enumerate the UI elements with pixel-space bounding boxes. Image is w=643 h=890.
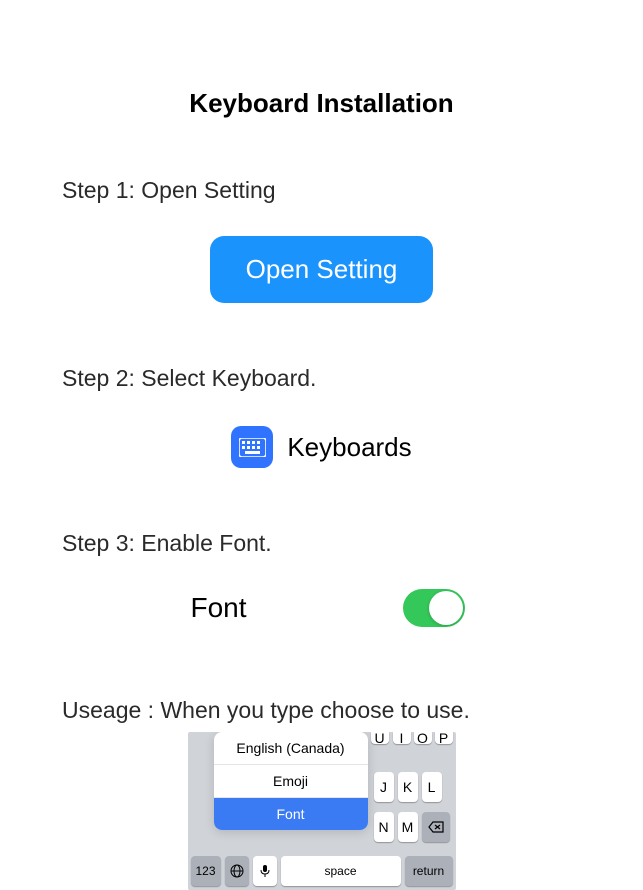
backspace-icon xyxy=(428,821,444,833)
keyboards-text: Keyboards xyxy=(287,432,411,463)
key-m[interactable]: M xyxy=(398,812,418,842)
key-backspace[interactable] xyxy=(422,812,450,842)
font-toggle-label: Font xyxy=(191,592,247,624)
step2-label: Step 2: Select Keyboard. xyxy=(62,365,643,392)
keyboard-language-menu: English (Canada) Emoji Font xyxy=(214,732,368,830)
keyboard-menu-item[interactable]: English (Canada) xyxy=(214,732,368,765)
globe-icon xyxy=(230,864,244,878)
key-123[interactable]: 123 xyxy=(191,856,221,886)
key-u[interactable]: U xyxy=(371,732,389,744)
key-globe[interactable] xyxy=(225,856,249,886)
key-return[interactable]: return xyxy=(405,856,453,886)
keyboard-menu-item[interactable]: Emoji xyxy=(214,765,368,798)
step3-label: Step 3: Enable Font. xyxy=(62,530,643,557)
open-setting-button[interactable]: Open Setting xyxy=(210,236,434,303)
key-i[interactable]: I xyxy=(393,732,411,744)
key-l[interactable]: L xyxy=(422,772,442,802)
keyboards-row[interactable]: Keyboards xyxy=(0,426,643,468)
key-p[interactable]: P xyxy=(435,732,453,744)
toggle-knob xyxy=(429,591,463,625)
key-n[interactable]: N xyxy=(374,812,394,842)
key-j[interactable]: J xyxy=(374,772,394,802)
usage-label: Useage : When you type choose to use. xyxy=(62,697,643,724)
key-k[interactable]: K xyxy=(398,772,418,802)
step1-label: Step 1: Open Setting xyxy=(62,177,643,204)
key-o[interactable]: O xyxy=(414,732,432,744)
keyboard-menu-item-selected[interactable]: Font xyxy=(214,798,368,830)
key-space[interactable]: space xyxy=(281,856,401,886)
keyboard-preview: U I O P J K L N M English (Canada) Emoji… xyxy=(188,732,456,890)
microphone-icon xyxy=(260,864,270,878)
key-microphone[interactable] xyxy=(253,856,277,886)
page-title: Keyboard Installation xyxy=(0,0,643,119)
font-toggle-switch[interactable] xyxy=(403,589,465,627)
keyboard-icon xyxy=(231,426,273,468)
